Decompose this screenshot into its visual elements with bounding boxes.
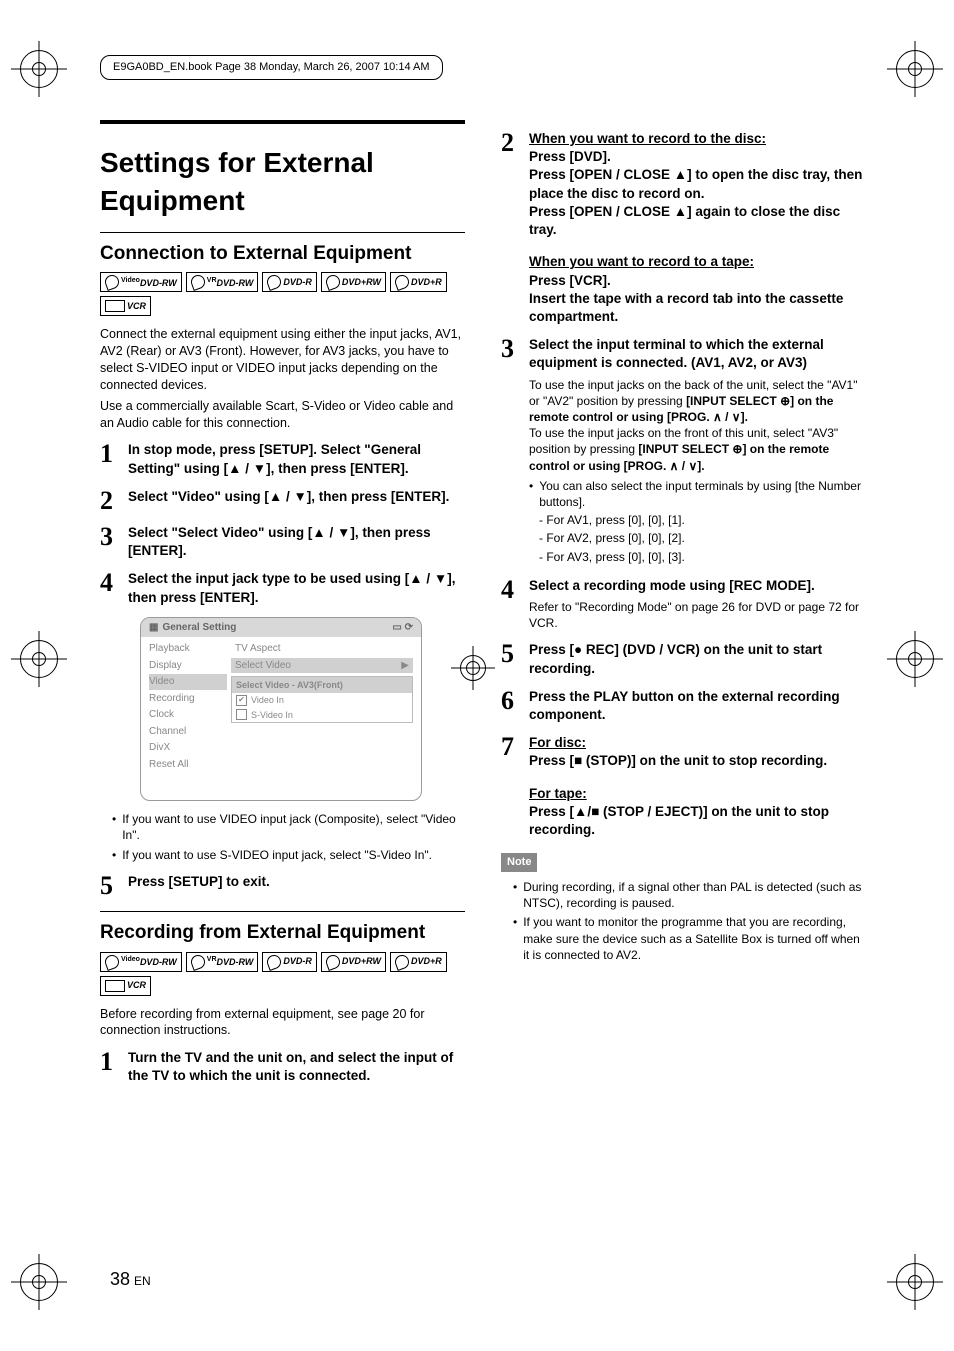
intro-para-2: Use a commercially available Scart, S-Vi… (100, 398, 465, 432)
section-title-recording: Recording from External Equipment (100, 920, 465, 946)
note-label: Note (501, 853, 537, 872)
osd-left-menu: Playback Display Video Recording Clock C… (141, 637, 227, 776)
step-r5: 5 Press [● REC] (DVD / VCR) on the unit … (501, 641, 866, 677)
osd-menu-header: ▦General Setting ▭ ⟳ (141, 618, 421, 638)
heading-for-tape: For tape: (529, 786, 587, 801)
registration-mark-icon (460, 655, 486, 681)
step-5: 5 Press [SETUP] to exit. (100, 873, 465, 899)
badge-dvd-rw-video: VideoDVD-RW (100, 272, 182, 292)
registration-mark-icon (20, 50, 58, 88)
badge-dvd-rw-vr: VRDVD-RW (186, 272, 259, 292)
badge-dvd-r: DVD-R (262, 952, 317, 972)
registration-mark-icon (20, 640, 58, 678)
bullet-video-in: If you want to use VIDEO input jack (Com… (112, 811, 465, 843)
osd-item-divx: DivX (149, 740, 227, 756)
osd-right-pane: TV Aspect Select Video▶ Select Video - A… (227, 637, 421, 776)
osd-item-video: Video (149, 674, 227, 690)
badge-dvd-plus-rw: DVD+RW (321, 952, 386, 972)
step-r6: 6 Press the PLAY button on the external … (501, 688, 866, 724)
note-1: During recording, if a signal other than… (513, 879, 866, 911)
osd-row-tv-aspect: TV Aspect (231, 641, 413, 657)
note-2: If you want to monitor the programme tha… (513, 914, 866, 963)
section-title-connection: Connection to External Equipment (100, 241, 465, 267)
step-r3: 3 Select the input terminal to which the… (501, 336, 866, 567)
step-r2: 2 When you want to record to the disc: P… (501, 130, 866, 326)
registration-mark-icon (896, 50, 934, 88)
badge-vcr: VCR (100, 976, 151, 996)
step-4: 4 Select the input jack type to be used … (100, 570, 465, 606)
heading-for-disc: For disc: (529, 735, 586, 750)
osd-item-display: Display (149, 658, 227, 674)
osd-item-channel: Channel (149, 724, 227, 740)
badge-vcr: VCR (100, 296, 151, 316)
page-header-meta: E9GA0BD_EN.book Page 38 Monday, March 26… (100, 55, 443, 80)
badge-dvd-plus-rw: DVD+RW (321, 272, 386, 292)
registration-mark-icon (896, 640, 934, 678)
registration-mark-icon (20, 1263, 58, 1301)
section-b-intro: Before recording from external equipment… (100, 1006, 465, 1040)
main-title: Settings for External Equipment (100, 144, 465, 220)
step-r4: 4 Select a recording mode using [REC MOD… (501, 577, 866, 632)
osd-item-recording: Recording (149, 691, 227, 707)
checkbox-checked-icon: ✔ (236, 695, 247, 706)
checkbox-unchecked-icon (236, 709, 247, 720)
badge-dvd-r: DVD-R (262, 272, 317, 292)
badge-dvd-rw-vr: VRDVD-RW (186, 952, 259, 972)
page-number: 38EN (110, 1267, 151, 1291)
heading-record-to-tape: When you want to record to a tape: (529, 254, 754, 269)
step-b1: 1 Turn the TV and the unit on, and selec… (100, 1049, 465, 1085)
osd-item-reset-all: Reset All (149, 757, 227, 773)
media-badges: VideoDVD-RW VRDVD-RW DVD-R DVD+RW DVD+R … (100, 272, 465, 316)
heading-record-to-disc: When you want to record to the disc: (529, 131, 766, 146)
right-column: 2 When you want to record to the disc: P… (501, 120, 866, 1090)
osd-item-playback: Playback (149, 641, 227, 657)
step-3: 3 Select "Select Video" using [▲ / ▼], t… (100, 524, 465, 560)
osd-row-select-video: Select Video▶ (231, 658, 413, 674)
header-icons: ▭ ⟳ (392, 621, 413, 635)
step-1: 1 In stop mode, press [SETUP]. Select "G… (100, 441, 465, 477)
step-r7: 7 For disc: Press [■ (STOP)] on the unit… (501, 734, 866, 839)
left-column: Settings for External Equipment Connecti… (100, 120, 465, 1090)
osd-menu-general-setting: ▦General Setting ▭ ⟳ Playback Display Vi… (140, 617, 422, 802)
bullet-s-video-in: If you want to use S-VIDEO input jack, s… (112, 847, 465, 863)
badge-dvd-plus-r: DVD+R (390, 952, 447, 972)
intro-para-1: Connect the external equipment using eit… (100, 326, 465, 394)
chevron-right-icon: ▶ (401, 659, 409, 673)
osd-option-s-video-in: S-Video In (232, 708, 412, 722)
badge-dvd-rw-video: VideoDVD-RW (100, 952, 182, 972)
osd-option-video-in: ✔Video In (232, 693, 412, 707)
menu-icon: ▦ (149, 621, 158, 635)
badge-dvd-plus-r: DVD+R (390, 272, 447, 292)
osd-submenu-select-video: Select Video - AV3(Front) ✔Video In S-Vi… (231, 676, 413, 722)
page: E9GA0BD_EN.book Page 38 Monday, March 26… (0, 0, 954, 1351)
media-badges-b: VideoDVD-RW VRDVD-RW DVD-R DVD+RW DVD+R … (100, 952, 465, 996)
step-2: 2 Select "Video" using [▲ / ▼], then pre… (100, 488, 465, 514)
registration-mark-icon (896, 1263, 934, 1301)
osd-item-clock: Clock (149, 707, 227, 723)
